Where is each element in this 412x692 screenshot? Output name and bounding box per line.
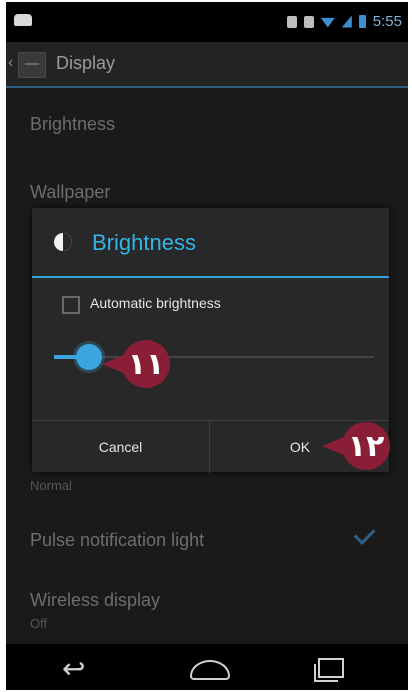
signal-icon [341,15,352,28]
brightness-slider-thumb[interactable] [76,344,103,370]
mute-icon [303,15,314,28]
brightness-dialog: Brightness Automatic brightness Cancel O… [32,208,389,473]
phone-screen: 5:55 ‹ Display Brightness Wallpaper Norm… [6,2,408,690]
up-chevron-icon[interactable]: ‹ [8,54,13,72]
cancel-button[interactable]: Cancel [32,421,210,473]
wifi-icon [320,17,335,28]
callout-badge-slider: ١١ [122,340,170,388]
battery-icon [358,15,366,28]
setting-pulse-light[interactable]: Pulse notification light [30,530,204,551]
status-bar: 5:55 [6,2,408,42]
home-icon[interactable] [190,660,230,680]
navigation-bar: ↩ [6,644,408,690]
settings-app-icon[interactable] [18,52,46,78]
clock: 5:55 [372,13,402,30]
setting-brightness[interactable]: Brightness [30,114,115,135]
android-notification-icon [14,14,32,26]
setting-sleep-summary: Normal [30,478,72,493]
setting-wireless-summary: Off [30,616,48,631]
brightness-icon [54,233,72,251]
checkmark-icon[interactable] [353,523,376,545]
bluetooth-icon [286,15,297,28]
automatic-brightness-checkbox[interactable] [62,296,80,314]
setting-wallpaper[interactable]: Wallpaper [30,182,110,203]
dialog-title: Brightness [92,230,196,255]
dialog-header: Brightness [32,208,389,278]
automatic-brightness-label[interactable]: Automatic brightness [90,295,221,311]
setting-wireless-display[interactable]: Wireless display [30,590,160,611]
action-bar: ‹ Display [6,42,408,88]
action-bar-title: Display [56,53,116,73]
back-icon[interactable]: ↩ [62,652,85,685]
recent-apps-icon[interactable] [314,658,344,682]
callout-badge-ok: ١٢ [342,422,390,470]
status-icons: 5:55 [286,13,402,30]
